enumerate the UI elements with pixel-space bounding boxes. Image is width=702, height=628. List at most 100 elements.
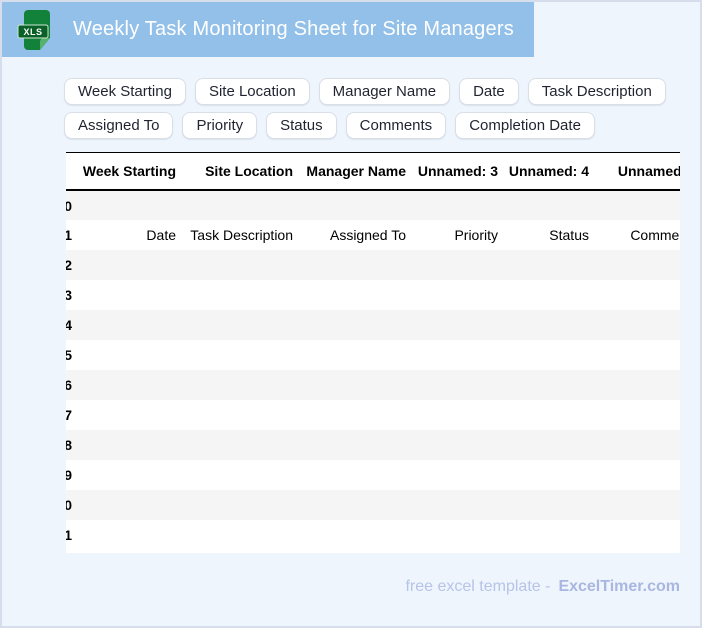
table-column-header: Unnamed: 4 (500, 152, 591, 191)
table-row: 7 (66, 400, 680, 430)
table-cell (408, 520, 500, 550)
table-cell (72, 280, 178, 310)
chip-row-1: Week Starting Site Location Manager Name Da… (64, 78, 666, 105)
table-cell (178, 310, 295, 340)
table-row: 9 (66, 460, 680, 490)
table-cell (295, 280, 408, 310)
table-cell (295, 520, 408, 550)
chip-site-location[interactable]: Site Location (194, 78, 310, 105)
page-title: Weekly Task Monitoring Sheet for Site Ma… (73, 18, 514, 40)
table-cell (408, 400, 500, 430)
footer-text: free excel template - (405, 578, 551, 595)
table-header-row: Week Starting Site Location Manager Name Un… (66, 152, 680, 191)
table-column-header: Unnamed: 3 (408, 152, 500, 191)
table-row: 0 (66, 190, 680, 220)
table-cell (295, 430, 408, 460)
table-cell (178, 430, 295, 460)
table-cell: Date (146, 227, 176, 243)
chip-comments[interactable]: Comments (345, 112, 447, 139)
table-cell (591, 340, 680, 370)
table-cell (500, 250, 591, 280)
table-column-header: Manager Name (295, 152, 408, 191)
table-cell (178, 190, 295, 220)
table-cell (591, 460, 680, 490)
chip-date[interactable]: Date (459, 78, 519, 105)
chip-row-2: Assigned To Priority Status Comments Complet… (64, 112, 654, 139)
table-cell: Task Description (190, 227, 293, 243)
table-cell (408, 460, 500, 490)
footer: free excel template - ExcelTimer.com (405, 578, 680, 596)
table-cell (408, 280, 500, 310)
table-row: 8 (66, 430, 680, 460)
table-cell (72, 430, 178, 460)
table-cell (72, 460, 178, 490)
table-row: 10 (66, 490, 680, 520)
page: XLS Weekly Task Monitoring Sheet for Sit… (0, 0, 702, 628)
table-cell (591, 280, 680, 310)
table-cell: Priority (454, 227, 498, 243)
table-cell: Comments (630, 227, 680, 243)
table-cell (178, 520, 295, 550)
table-row: 11 (66, 520, 680, 550)
table-cell (178, 370, 295, 400)
table-cell (591, 310, 680, 340)
table-cell (178, 460, 295, 490)
table-cell (295, 400, 408, 430)
table-cell (591, 430, 680, 460)
table-cell (72, 250, 178, 280)
table-row: 1DateTask DescriptionAssigned ToPriority… (66, 220, 680, 250)
table-cell (408, 250, 500, 280)
table-cell (591, 400, 680, 430)
table-cell (72, 370, 178, 400)
header-bar: XLS Weekly Task Monitoring Sheet for Sit… (2, 2, 534, 57)
table-cell (295, 250, 408, 280)
chip-completion-date[interactable]: Completion Date (455, 112, 595, 139)
table-cell (295, 490, 408, 520)
footer-brand-link[interactable]: ExcelTimer.com (558, 578, 680, 595)
table-cell (408, 430, 500, 460)
table-cell (408, 490, 500, 520)
table-row: 6 (66, 370, 680, 400)
chip-assigned-to[interactable]: Assigned To (64, 112, 174, 139)
table-column-header: Week Starting (72, 152, 178, 191)
table-cell (295, 460, 408, 490)
table-cell (72, 490, 178, 520)
table-column-header: Unnamed: 5 (591, 152, 680, 191)
table-cell (72, 310, 178, 340)
table-cell: Status (549, 227, 589, 243)
svg-text:XLS: XLS (23, 27, 42, 37)
table-cell (500, 370, 591, 400)
table-cell (408, 340, 500, 370)
table-cell: Assigned To (329, 227, 406, 243)
table-cell (408, 310, 500, 340)
table-cell (295, 340, 408, 370)
table-cell (72, 400, 178, 430)
table-cell (591, 250, 680, 280)
table-cell (72, 340, 178, 370)
chip-task-description[interactable]: Task Description (527, 78, 666, 105)
table-cell (72, 190, 178, 220)
table-cell (500, 490, 591, 520)
table-cell (408, 190, 500, 220)
table-cell (591, 370, 680, 400)
table-cell (178, 250, 295, 280)
chip-priority[interactable]: Priority (182, 112, 258, 139)
chip-week-starting[interactable]: Week Starting (64, 78, 186, 105)
chip-manager-name[interactable]: Manager Name (318, 78, 451, 105)
table-cell (72, 520, 178, 550)
table-cell (500, 280, 591, 310)
table-cell (408, 370, 500, 400)
spreadsheet-preview: Week Starting Site Location Manager Name Un… (66, 152, 680, 553)
keyword-chips: Week Starting Site Location Manager Name Da… (64, 78, 666, 139)
table-cell (500, 460, 591, 490)
table-cell (295, 190, 408, 220)
table-column-header: Site Location (178, 152, 295, 191)
xls-file-icon: XLS (16, 8, 56, 52)
table-cell (500, 310, 591, 340)
table-cell (500, 400, 591, 430)
table-cell (591, 190, 680, 220)
table-cell (178, 490, 295, 520)
table-row: 2 (66, 250, 680, 280)
table-cell (591, 490, 680, 520)
chip-status[interactable]: Status (266, 112, 337, 139)
